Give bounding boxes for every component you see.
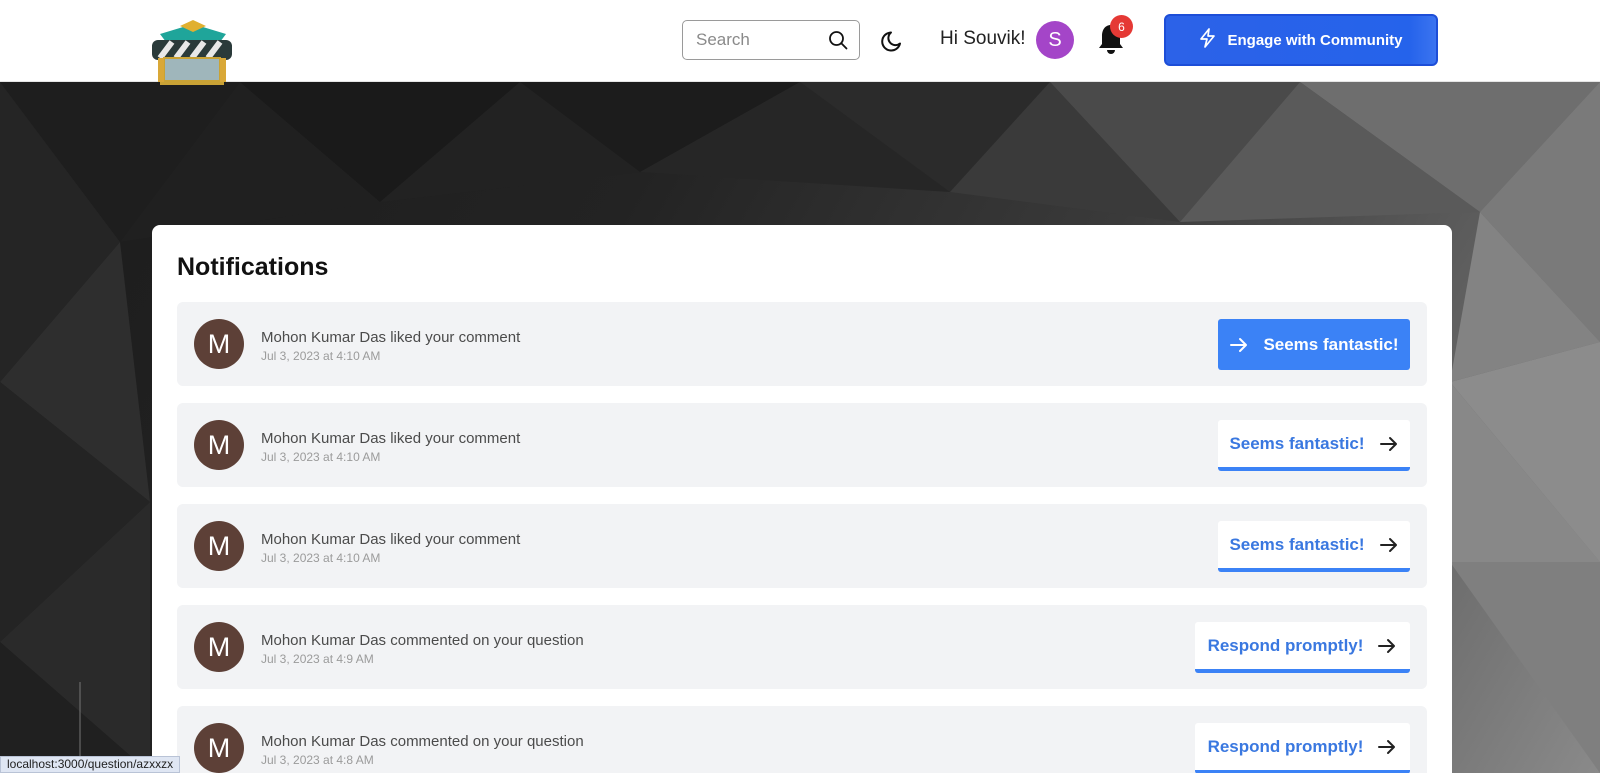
user-avatar[interactable]: S xyxy=(1036,21,1074,59)
arrow-right-icon xyxy=(1229,335,1249,355)
engage-label: Engage with Community xyxy=(1227,31,1403,49)
search-input[interactable] xyxy=(696,30,827,50)
site-logo[interactable] xyxy=(150,20,236,88)
notifications-card: Notifications M Mohon Kumar Das liked yo… xyxy=(152,225,1452,773)
action-label: Respond promptly! xyxy=(1207,736,1364,756)
notification-action-button[interactable]: Seems fantastic! xyxy=(1218,319,1410,370)
notification-item[interactable]: M Mohon Kumar Das liked your comment Jul… xyxy=(177,403,1427,487)
notification-time: Jul 3, 2023 at 4:10 AM xyxy=(261,349,381,363)
notifier-avatar: M xyxy=(194,319,244,369)
arrow-right-icon xyxy=(1377,737,1397,757)
arrow-right-icon xyxy=(1379,535,1399,555)
notification-message: Mohon Kumar Das commented on your questi… xyxy=(261,733,584,750)
notification-item[interactable]: M Mohon Kumar Das commented on your ques… xyxy=(177,605,1427,689)
action-label: Seems fantastic! xyxy=(1263,334,1399,354)
notification-message: Mohon Kumar Das liked your comment xyxy=(261,531,521,548)
arrow-right-icon xyxy=(1379,434,1399,454)
notifier-avatar: M xyxy=(194,420,244,470)
action-label: Respond promptly! xyxy=(1207,635,1364,655)
search-icon[interactable] xyxy=(827,29,849,51)
notifier-avatar: M xyxy=(194,521,244,571)
notification-time: Jul 3, 2023 at 4:10 AM xyxy=(261,551,381,565)
action-label: Seems fantastic! xyxy=(1229,433,1365,453)
user-greeting: Hi Souvik! xyxy=(940,28,1026,49)
page-title: Notifications xyxy=(177,253,329,281)
notification-time: Jul 3, 2023 at 4:10 AM xyxy=(261,450,381,464)
notification-item[interactable]: M Mohon Kumar Das commented on your ques… xyxy=(177,706,1427,773)
notification-message: Mohon Kumar Das commented on your questi… xyxy=(261,632,584,649)
notification-time: Jul 3, 2023 at 4:8 AM xyxy=(261,753,374,767)
action-label: Seems fantastic! xyxy=(1229,534,1365,554)
top-navbar: Hi Souvik! S 6 Engage with Community xyxy=(0,0,1600,85)
notification-count-badge: 6 xyxy=(1110,15,1133,38)
notification-action-button[interactable]: Seems fantastic! xyxy=(1218,521,1410,572)
notification-action-button[interactable]: Respond promptly! xyxy=(1195,622,1410,673)
notification-item[interactable]: M Mohon Kumar Das liked your comment Jul… xyxy=(177,302,1427,386)
lightning-icon xyxy=(1199,28,1217,52)
notifier-avatar: M xyxy=(194,622,244,672)
search-box[interactable] xyxy=(682,20,860,60)
notification-action-button[interactable]: Seems fantastic! xyxy=(1218,420,1410,471)
browser-status-url: localhost:3000/question/azxxzx xyxy=(0,756,181,773)
notifier-avatar: M xyxy=(194,723,244,773)
notification-item[interactable]: M Mohon Kumar Das liked your comment Jul… xyxy=(177,504,1427,588)
notification-time: Jul 3, 2023 at 4:9 AM xyxy=(261,652,374,666)
arrow-right-icon xyxy=(1377,636,1397,656)
engage-community-button[interactable]: Engage with Community xyxy=(1164,14,1438,66)
notification-action-button[interactable]: Respond promptly! xyxy=(1195,723,1410,773)
moon-icon[interactable] xyxy=(880,27,906,53)
notification-message: Mohon Kumar Das liked your comment xyxy=(261,329,521,346)
notification-message: Mohon Kumar Das liked your comment xyxy=(261,430,521,447)
